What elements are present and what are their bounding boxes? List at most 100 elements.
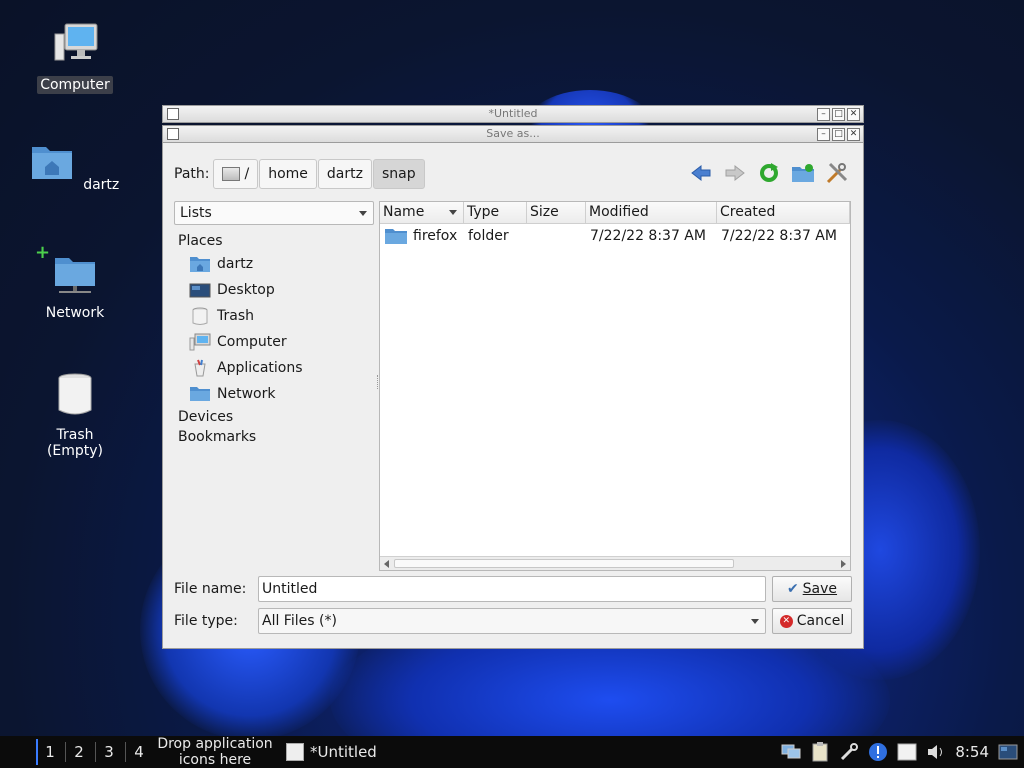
launcher-drop-area[interactable]: Drop application icons here: [152, 736, 278, 768]
options-button[interactable]: [825, 161, 849, 185]
desktop-icon-label: dartz: [83, 177, 120, 193]
refresh-icon: [760, 163, 778, 182]
desktop-icon-label: Computer: [37, 76, 113, 94]
desktop-icon-trash[interactable]: Trash (Empty): [25, 370, 125, 460]
bookmarks-header[interactable]: Bookmarks: [174, 427, 374, 447]
places-item-desktop[interactable]: Desktop: [174, 277, 374, 303]
text-editor-icon: [167, 128, 179, 140]
save-button[interactable]: ✔ Save: [772, 576, 852, 602]
clock[interactable]: 8:54: [955, 743, 989, 761]
file-type-cell: folder: [468, 228, 509, 244]
file-name-label: File name:: [174, 581, 247, 597]
close-button[interactable]: ✕: [847, 128, 860, 141]
path-crumb-label: home: [268, 166, 308, 182]
text-editor-icon: [286, 743, 304, 761]
places-header[interactable]: Places: [174, 231, 374, 251]
desktop-icon-label: Trash (Empty): [46, 427, 104, 459]
minimize-button[interactable]: –: [817, 128, 830, 141]
path-crumb-label: snap: [381, 166, 416, 182]
notes-icon[interactable]: [897, 742, 917, 762]
minimize-button[interactable]: –: [817, 108, 830, 121]
workspace-label: 4: [134, 743, 144, 761]
path-crumb-dartz[interactable]: dartz: [317, 159, 372, 189]
desktop-icon-network[interactable]: + Network: [25, 242, 125, 322]
scroll-left-icon[interactable]: [384, 560, 389, 568]
file-list-header: Name Type Size Modified Created: [380, 202, 850, 224]
toolbar: [689, 161, 849, 185]
places-item-label: Applications: [217, 360, 303, 376]
cancel-button-label: Cancel: [796, 613, 845, 629]
text-editor-icon: [167, 108, 179, 120]
workspace-4[interactable]: 4: [126, 739, 152, 765]
chevron-down-icon: [751, 619, 759, 624]
workspace-2[interactable]: 2: [66, 739, 92, 765]
desktop-icon-computer[interactable]: Computer: [25, 20, 125, 94]
tools-tray-icon[interactable]: [839, 742, 859, 762]
view-mode-dropdown[interactable]: Lists: [174, 201, 374, 225]
path-crumb-root[interactable]: /: [213, 159, 259, 189]
column-header-modified[interactable]: Modified: [586, 202, 717, 223]
places-item-dartz[interactable]: dartz: [174, 251, 374, 277]
computer-icon: [54, 23, 98, 61]
column-header-type[interactable]: Type: [464, 202, 527, 223]
file-type-label: File type:: [174, 613, 238, 629]
refresh-button[interactable]: [757, 161, 781, 185]
maximize-button[interactable]: □: [832, 128, 845, 141]
places-item-trash[interactable]: Trash: [174, 303, 374, 329]
column-header-name[interactable]: Name: [380, 202, 464, 223]
file-name-value: Untitled: [262, 581, 318, 597]
show-desktop-icon[interactable]: [998, 742, 1018, 762]
checkmark-icon: ✔: [786, 581, 799, 597]
new-folder-button[interactable]: [791, 161, 815, 185]
parent-window-title: *Untitled: [488, 107, 538, 120]
chevron-down-icon: [359, 211, 367, 216]
file-type-row: File type: All Files (*): [174, 608, 766, 634]
places-item-label: Trash: [217, 308, 254, 324]
places-item-computer[interactable]: Computer: [174, 329, 374, 355]
cancel-icon: ✕: [779, 614, 793, 628]
maximize-button[interactable]: □: [832, 108, 845, 121]
file-type-dropdown[interactable]: All Files (*): [258, 608, 766, 634]
computer-icon: [189, 333, 211, 351]
cancel-button[interactable]: ✕ Cancel: [772, 608, 852, 634]
file-row[interactable]: firefox folder 7/22/22 8:37 AM 7/22/22 8…: [380, 224, 850, 248]
scroll-right-icon[interactable]: [841, 560, 846, 568]
desktop-icon-home[interactable]: dartz: [25, 137, 125, 194]
devices-header[interactable]: Devices: [174, 407, 374, 427]
parent-window-titlebar[interactable]: *Untitled – □ ✕: [162, 105, 864, 123]
horizontal-scrollbar[interactable]: [380, 556, 850, 570]
info-alert-icon[interactable]: [868, 742, 888, 762]
path-crumb-home[interactable]: home: [259, 159, 317, 189]
arrow-left-icon: [691, 164, 711, 182]
workspace-3[interactable]: 3: [96, 739, 122, 765]
scrollbar-thumb[interactable]: [394, 559, 734, 568]
close-button[interactable]: ✕: [847, 108, 860, 121]
places-item-applications[interactable]: Applications: [174, 355, 374, 381]
places-pane: Lists Places dartz Desktop Trash Compute…: [174, 201, 374, 573]
column-header-size[interactable]: Size: [527, 202, 586, 223]
places-item-label: Desktop: [217, 282, 275, 298]
network-status-icon[interactable]: [781, 742, 801, 762]
taskbar-window-button[interactable]: *Untitled: [286, 740, 377, 764]
column-header-label: Type: [467, 204, 500, 220]
sort-desc-icon: [449, 210, 457, 215]
back-button[interactable]: [689, 161, 713, 185]
dialog-titlebar[interactable]: Save as... – □ ✕: [162, 125, 864, 143]
column-header-created[interactable]: Created: [717, 202, 850, 223]
column-header-label: Size: [530, 204, 559, 220]
path-crumb-label: /: [244, 166, 250, 182]
clipboard-icon[interactable]: [810, 742, 830, 762]
places-item-label: dartz: [217, 256, 254, 272]
places-item-network[interactable]: Network: [174, 381, 374, 407]
save-button-label: Save: [802, 581, 838, 597]
path-crumb-snap[interactable]: snap: [372, 159, 425, 189]
column-header-label: Modified: [589, 204, 649, 220]
home-folder-icon: [189, 255, 211, 273]
workspace-label: 2: [74, 743, 84, 761]
file-name-input[interactable]: Untitled: [258, 576, 766, 602]
places-item-label: Network: [217, 386, 276, 402]
workspace-1[interactable]: 1: [36, 739, 62, 765]
forward-button[interactable]: [723, 161, 747, 185]
volume-icon[interactable]: [926, 742, 946, 762]
taskbar: 1 2 3 4 Drop application icons here *Unt…: [0, 736, 1024, 768]
